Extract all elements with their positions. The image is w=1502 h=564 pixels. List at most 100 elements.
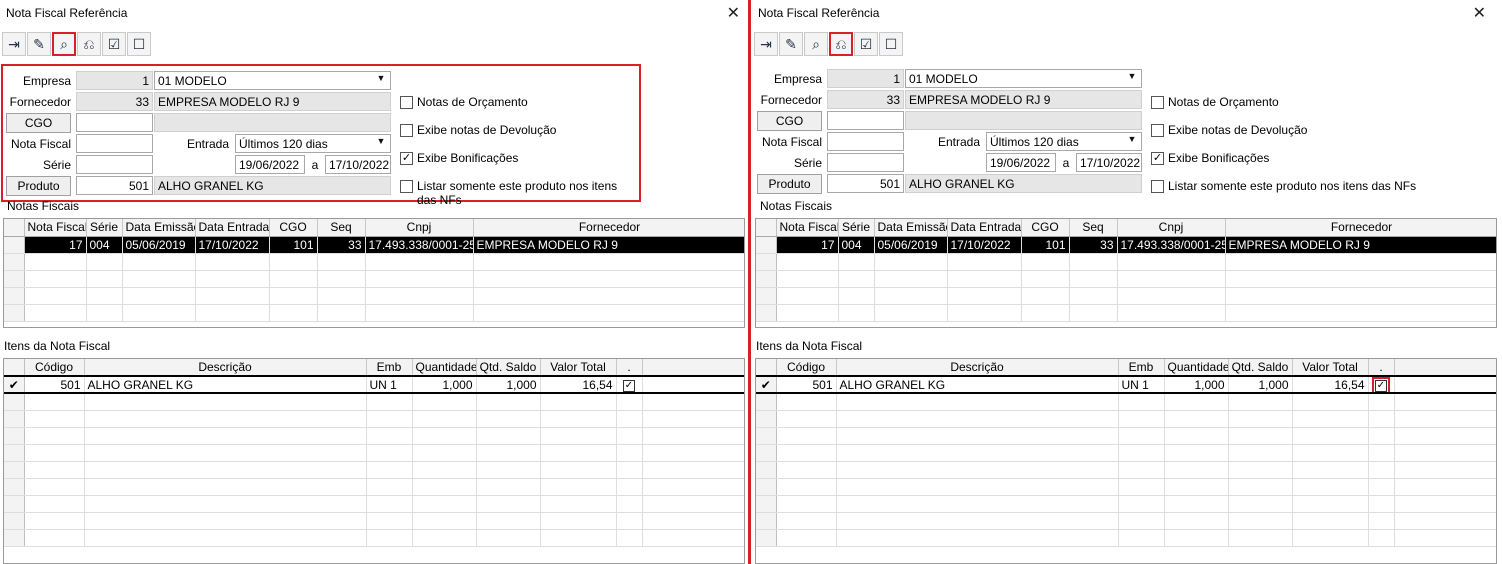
cell-cgo[interactable]: 101 xyxy=(1021,236,1070,254)
close-icon[interactable]: ✕ xyxy=(727,3,740,23)
return-icon[interactable]: ⎌ xyxy=(77,32,101,56)
chevron-down-icon[interactable]: ▼ xyxy=(374,73,388,88)
cell-descricao[interactable]: ALHO GRANEL KG xyxy=(84,375,367,394)
checkbox-orcamento[interactable] xyxy=(1151,96,1164,109)
column-header[interactable]: Qtd. Saldo xyxy=(476,359,541,377)
column-header[interactable]: Seq xyxy=(317,219,366,237)
column-header[interactable]: CGO xyxy=(1021,219,1070,237)
date-from-input[interactable]: 19/06/2022 xyxy=(986,153,1056,172)
chevron-down-icon[interactable]: ▼ xyxy=(1125,71,1139,86)
column-header[interactable]: Nota Fiscal xyxy=(776,219,839,237)
cell-descricao[interactable]: ALHO GRANEL KG xyxy=(836,375,1119,394)
checkbox-somente-produto[interactable] xyxy=(400,180,413,193)
checklist-icon[interactable]: ☑ xyxy=(102,32,126,56)
produto-button[interactable]: Produto xyxy=(6,176,71,196)
produto-button[interactable]: Produto xyxy=(757,174,822,194)
cell-emb[interactable]: UN 1 xyxy=(1118,375,1165,394)
cell-emissao[interactable]: 05/06/2019 xyxy=(122,236,196,254)
close-icon[interactable]: ✕ xyxy=(1473,3,1486,23)
itens-grid[interactable]: Código Descrição Emb Quantidade Qtd. Sal… xyxy=(3,358,745,564)
itens-grid[interactable]: Código Descrição Emb Quantidade Qtd. Sal… xyxy=(755,358,1497,564)
cgo-button[interactable]: CGO xyxy=(757,111,822,131)
column-header[interactable]: Cnpj xyxy=(365,219,474,237)
item-checkbox[interactable]: ✓ xyxy=(1372,378,1390,391)
cell-entrada[interactable]: 17/10/2022 xyxy=(195,236,270,254)
list-uncheck-icon[interactable]: ☐ xyxy=(127,32,151,56)
column-header[interactable]: Data Entrada xyxy=(195,219,270,237)
cell-serie[interactable]: 004 xyxy=(86,236,123,254)
table-row[interactable]: 17 004 05/06/2019 17/10/2022 101 33 17.4… xyxy=(756,236,1496,254)
produto-code[interactable]: 501 xyxy=(76,176,153,195)
entrada-select[interactable]: Últimos 120 dias ▼ xyxy=(986,132,1142,151)
column-header[interactable]: Emb xyxy=(1118,359,1165,377)
cell-codigo[interactable]: 501 xyxy=(24,375,85,394)
nota-input[interactable] xyxy=(76,134,153,153)
column-header[interactable]: Descrição xyxy=(84,359,367,377)
serie-input[interactable] xyxy=(827,153,904,172)
date-to-input[interactable]: 17/10/2022 xyxy=(1076,153,1142,172)
cell-codigo[interactable]: 501 xyxy=(776,375,837,394)
column-header[interactable]: Emb xyxy=(366,359,413,377)
cell-saldo[interactable]: 1,000 xyxy=(476,375,541,394)
nota-input[interactable] xyxy=(827,132,904,151)
column-header[interactable]: Cnpj xyxy=(1117,219,1226,237)
column-header[interactable]: Descrição xyxy=(836,359,1119,377)
produto-code[interactable]: 501 xyxy=(827,174,904,193)
column-header[interactable]: Quantidade xyxy=(412,359,477,377)
checkbox-devolucao[interactable] xyxy=(400,124,413,137)
column-header[interactable]: Seq xyxy=(1069,219,1118,237)
exit-icon[interactable]: ⇥ xyxy=(2,32,26,56)
column-header[interactable]: Código xyxy=(776,359,837,377)
column-header[interactable]: Data Emissão xyxy=(874,219,948,237)
cgo-input[interactable] xyxy=(827,111,904,130)
empresa-select[interactable]: 01 MODELO ▼ xyxy=(154,71,391,90)
cell-check[interactable]: ✓ xyxy=(616,375,643,394)
entrada-select[interactable]: Últimos 120 dias ▼ xyxy=(235,134,391,153)
column-header[interactable]: CGO xyxy=(269,219,318,237)
cell-cnpj[interactable]: 17.493.338/0001-25 xyxy=(365,236,474,254)
eraser-icon[interactable]: ✎ xyxy=(779,32,803,56)
table-row[interactable]: 17 004 05/06/2019 17/10/2022 101 33 17.4… xyxy=(4,236,744,254)
chevron-down-icon[interactable]: ▼ xyxy=(1125,134,1139,149)
notas-grid[interactable]: Nota Fiscal Série Data Emissão Data Entr… xyxy=(3,218,745,328)
cell-check[interactable]: ✓ xyxy=(1368,375,1395,394)
cell-seq[interactable]: 33 xyxy=(317,236,366,254)
serie-input[interactable] xyxy=(76,155,153,174)
column-header[interactable]: Valor Total xyxy=(540,359,617,377)
checkbox-orcamento[interactable] xyxy=(400,96,413,109)
column-header[interactable]: Valor Total xyxy=(1292,359,1369,377)
column-header[interactable]: Série xyxy=(86,219,123,237)
binoculars-icon[interactable]: ⌕ xyxy=(52,32,76,56)
date-from-input[interactable]: 19/06/2022 xyxy=(235,155,305,174)
cell-serie[interactable]: 004 xyxy=(838,236,875,254)
eraser-icon[interactable]: ✎ xyxy=(27,32,51,56)
cell-quantidade[interactable]: 1,000 xyxy=(412,375,477,394)
column-header[interactable]: Quantidade xyxy=(1164,359,1229,377)
checklist-icon[interactable]: ☑ xyxy=(854,32,878,56)
date-to-input[interactable]: 17/10/2022 xyxy=(325,155,391,174)
binoculars-icon[interactable]: ⌕ xyxy=(804,32,828,56)
column-header[interactable]: . xyxy=(1368,359,1395,377)
column-header[interactable]: . xyxy=(616,359,643,377)
cell-entrada[interactable]: 17/10/2022 xyxy=(947,236,1022,254)
chevron-down-icon[interactable]: ▼ xyxy=(374,136,388,151)
checkbox-somente-produto[interactable] xyxy=(1151,180,1164,193)
checkbox-devolucao[interactable] xyxy=(1151,124,1164,137)
list-uncheck-icon[interactable]: ☐ xyxy=(879,32,903,56)
cell-emb[interactable]: UN 1 xyxy=(366,375,413,394)
cell-fornecedor[interactable]: EMPRESA MODELO RJ 9 xyxy=(473,236,744,254)
cell-seq[interactable]: 33 xyxy=(1069,236,1118,254)
column-header[interactable]: Data Emissão xyxy=(122,219,196,237)
cell-nota[interactable]: 17 xyxy=(776,236,839,254)
cell-emissao[interactable]: 05/06/2019 xyxy=(874,236,948,254)
column-header[interactable]: Nota Fiscal xyxy=(24,219,87,237)
checkbox-bonificacoes[interactable]: ✓ xyxy=(400,152,413,165)
column-header[interactable]: Série xyxy=(838,219,875,237)
cgo-input[interactable] xyxy=(76,113,153,132)
column-header[interactable]: Data Entrada xyxy=(947,219,1022,237)
empresa-select[interactable]: 01 MODELO ▼ xyxy=(905,69,1142,88)
column-header[interactable]: Qtd. Saldo xyxy=(1228,359,1293,377)
column-header[interactable]: Fornecedor xyxy=(473,219,744,237)
cell-cnpj[interactable]: 17.493.338/0001-25 xyxy=(1117,236,1226,254)
cell-cgo[interactable]: 101 xyxy=(269,236,318,254)
